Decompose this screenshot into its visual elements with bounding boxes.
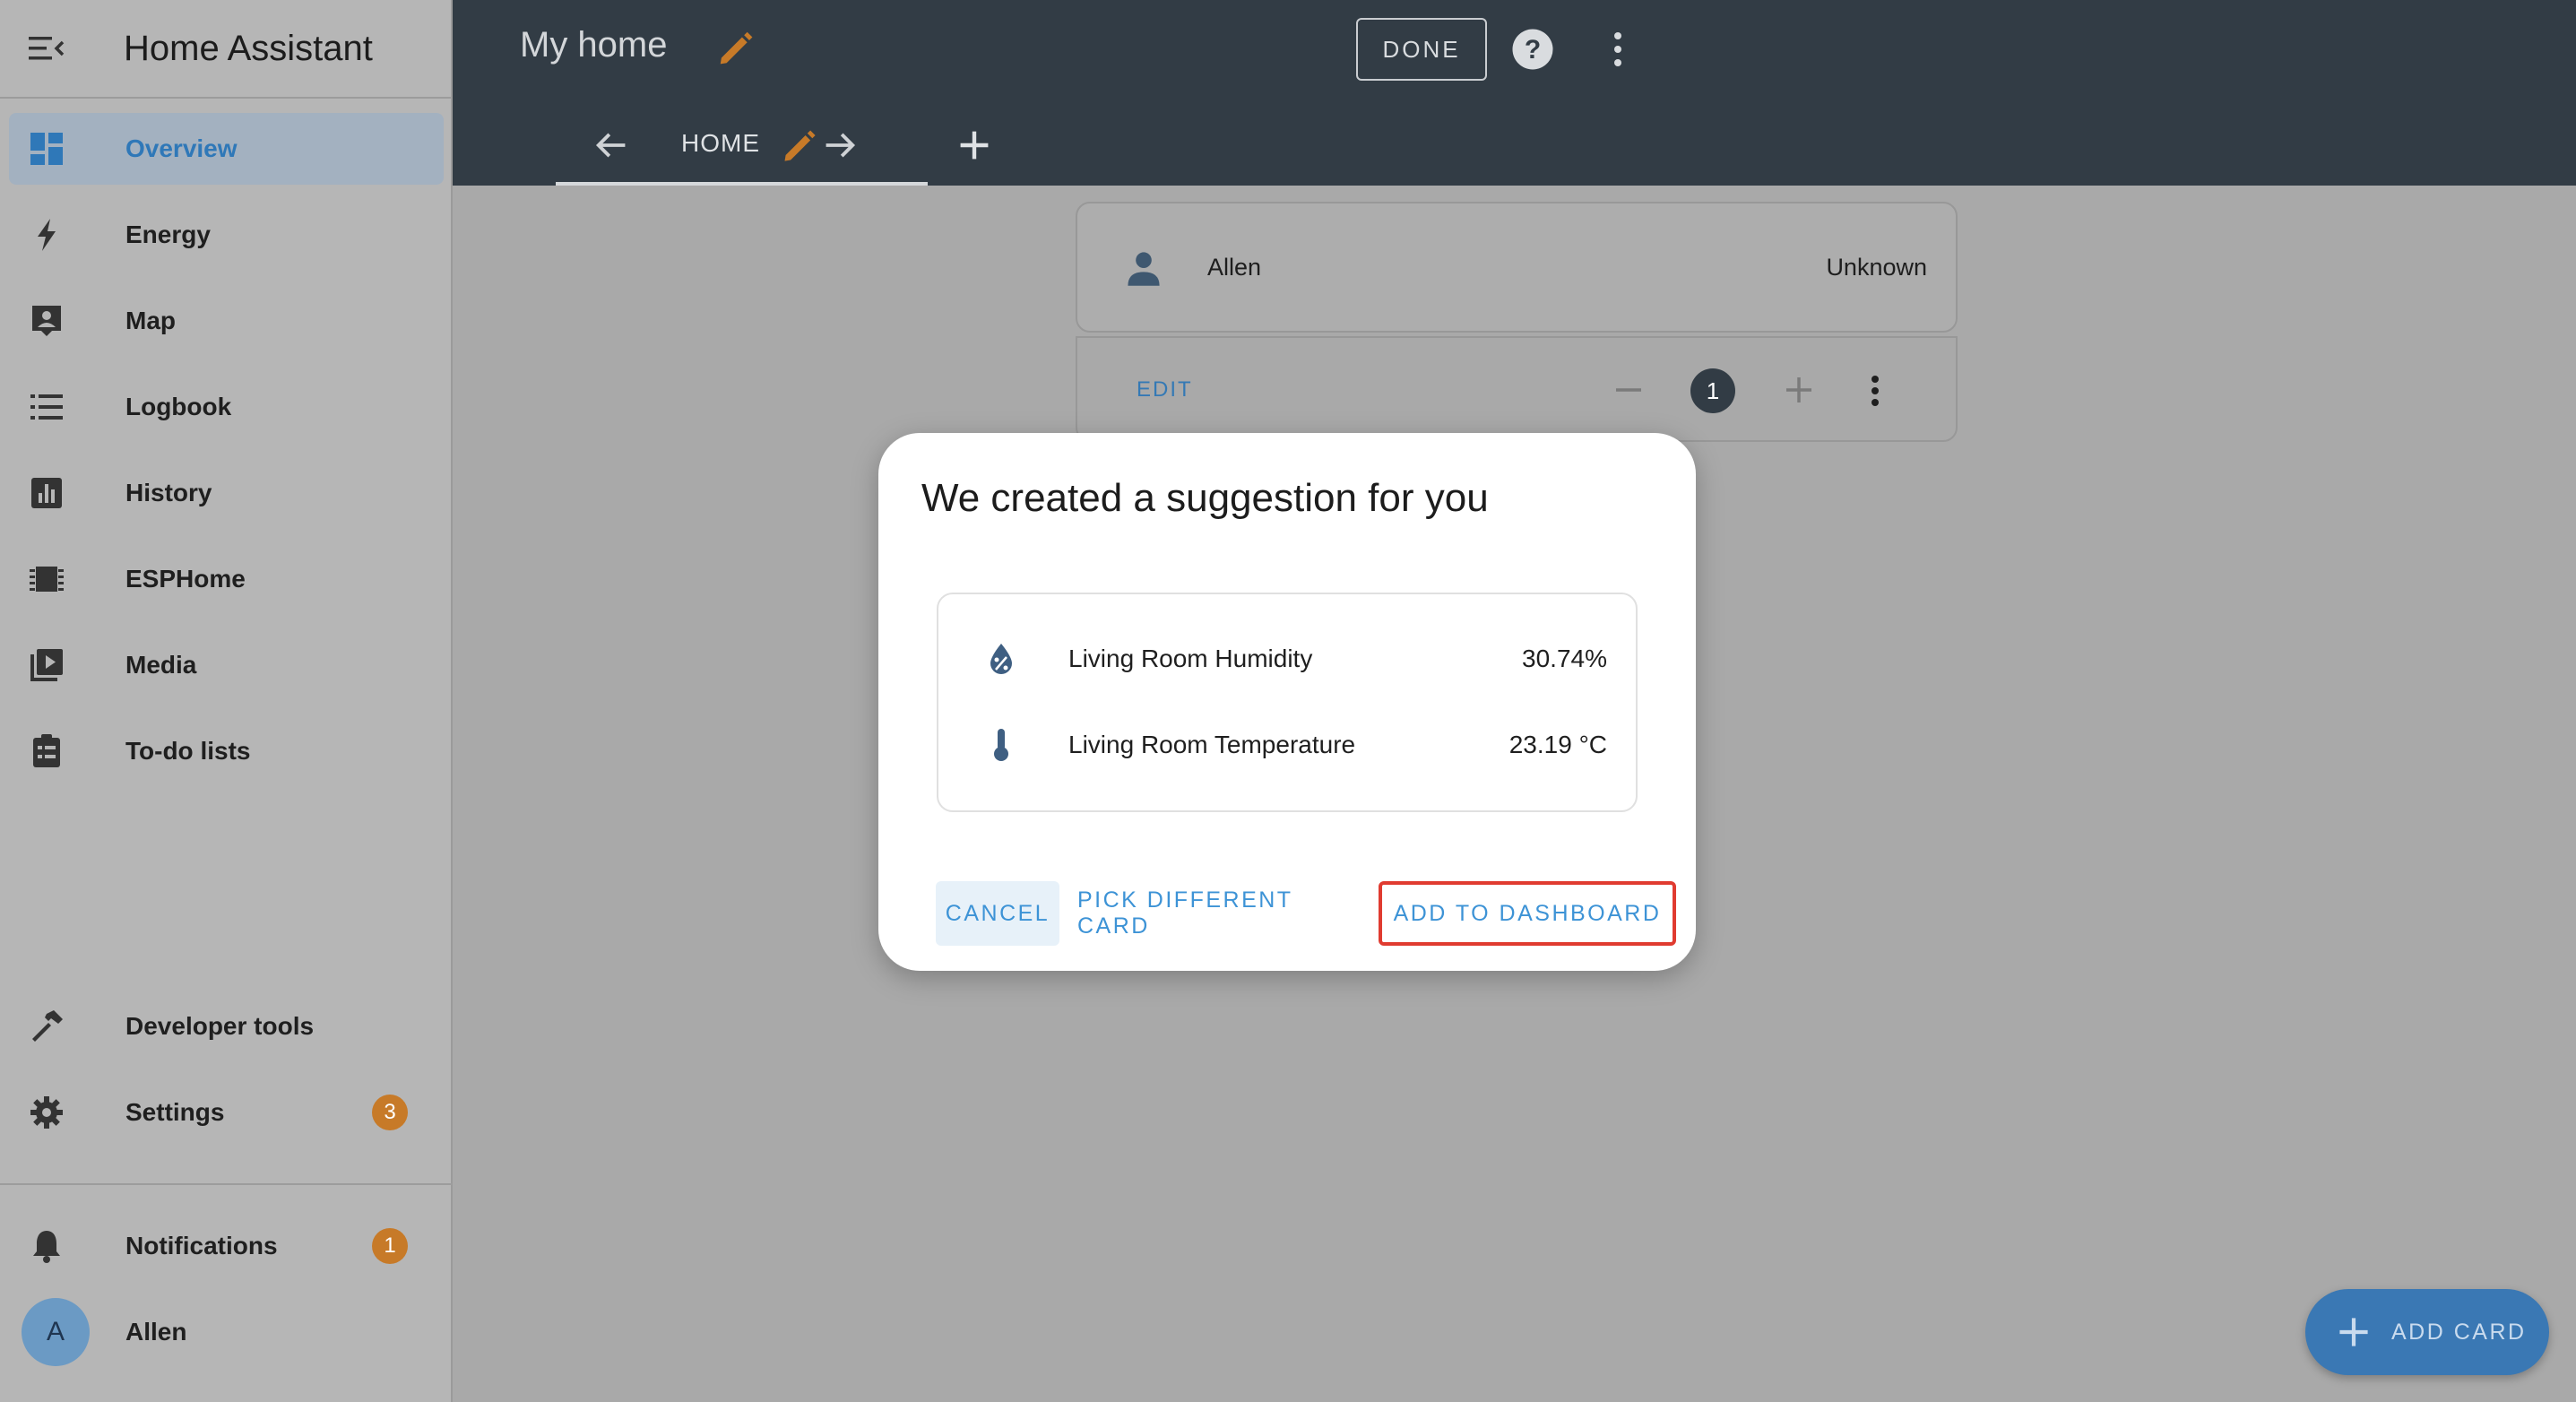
hammer-icon [27,1007,66,1046]
move-tab-right-icon[interactable] [820,125,860,169]
water-percent-icon [983,641,1019,681]
tab-active-indicator [556,182,928,186]
done-button[interactable]: DONE [1356,18,1487,81]
sidebar-item-media[interactable]: Media [9,629,444,701]
sidebar-item-label: ESPHome [125,565,246,593]
toolbar: My home DONE ? HOME [453,0,2576,186]
dialog-title: We created a suggestion for you [921,476,1489,520]
entity-value: 23.19 °C [1508,731,1607,758]
sidebar-item-label: To-do lists [125,737,251,765]
add-card-button[interactable]: ADD CARD [2305,1289,2549,1375]
sidebar-item-label: Logbook [125,393,232,420]
sidebar-user-nav: Notifications 1 A Allen [0,1210,453,1382]
card-position-badge: 1 [1690,368,1735,413]
list-item: Living Room Humidity 30.74% [938,632,1636,686]
sidebar-item-label: Notifications [125,1232,278,1259]
more-options-icon[interactable] [1609,30,1627,73]
lightning-icon [27,215,66,255]
sidebar-bottom-nav: Developer tools Settings 3 [0,991,453,1163]
history-chart-icon [27,473,66,513]
sidebar-item-logbook[interactable]: Logbook [9,371,444,443]
sidebar-item-label: Overview [125,134,238,162]
edit-card-button[interactable]: EDIT [1137,377,1193,402]
sidebar-divider [0,1183,453,1185]
card-more-options-icon[interactable] [1866,372,1884,414]
add-view-plus-icon[interactable] [955,125,994,169]
cancel-button[interactable]: CANCEL [936,881,1059,946]
tab-label: HOME [681,129,760,157]
entity-value: 30.74% [1522,645,1607,672]
sidebar-item-label: Developer tools [125,1012,315,1040]
sidebar-item-label: Settings [125,1098,225,1126]
page-title: My home [520,25,668,65]
sidebar-item-label: Map [125,307,176,334]
add-card-label: ADD CARD [2391,1320,2527,1345]
sidebar-item-energy[interactable]: Energy [9,199,444,271]
list-item: Living Room Temperature 23.19 °C [938,718,1636,772]
sidebar-item-label: Energy [125,221,211,248]
chip-icon [27,559,66,599]
sidebar-nav: Overview Energy Map Logbook History ESPH… [0,113,453,801]
sidebar-item-label: History [125,479,212,506]
move-down-minus-icon[interactable] [1611,372,1647,412]
entity-name: Allen [1207,254,1262,281]
notifications-badge: 1 [372,1228,408,1264]
sidebar-item-label: Media [125,651,197,679]
sidebar-item-overview[interactable]: Overview [9,113,444,185]
sidebar-item-settings[interactable]: Settings 3 [9,1077,444,1148]
suggestion-dialog: We created a suggestion for you Living R… [878,433,1696,971]
media-play-icon [27,645,66,685]
map-account-icon [27,301,66,341]
svg-text:?: ? [1525,35,1541,65]
add-to-dashboard-button[interactable]: ADD TO DASHBOARD [1379,881,1676,946]
sidebar-item-notifications[interactable]: Notifications 1 [9,1210,444,1282]
pick-different-card-button[interactable]: PICK DIFFERENT CARD [1077,881,1355,946]
move-tab-left-icon[interactable] [592,125,631,169]
entity-state: Unknown [1826,254,1927,281]
sidebar-item-todo[interactable]: To-do lists [9,715,444,787]
bell-icon [27,1226,66,1266]
logbook-list-icon [27,387,66,427]
tab-home[interactable]: HOME [556,117,932,186]
edit-view-pencil-icon[interactable] [780,125,819,169]
avatar: A [22,1298,90,1366]
entity-card[interactable]: Allen Unknown [1076,202,1958,333]
dashboard-icon [27,129,66,169]
menu-toggle-icon[interactable] [25,27,68,70]
card-edit-bar: EDIT 1 [1076,336,1958,442]
thermometer-icon [983,727,1019,767]
plus-icon [2332,1311,2375,1358]
move-up-plus-icon[interactable] [1781,372,1817,412]
sidebar-item-developer-tools[interactable]: Developer tools [9,991,444,1062]
sidebar: Home Assistant Overview Energy Map Logbo… [0,0,453,1402]
sidebar-header: Home Assistant [0,0,451,99]
sidebar-item-map[interactable]: Map [9,285,444,357]
gear-icon [27,1093,66,1132]
sidebar-item-esphome[interactable]: ESPHome [9,543,444,615]
entity-name: Living Room Humidity [1068,645,1313,672]
help-icon[interactable]: ? [1510,27,1555,76]
sidebar-item-profile[interactable]: A Allen [9,1296,444,1368]
app-title: Home Assistant [124,28,373,68]
account-icon [1124,248,1163,292]
suggested-entities-card: Living Room Humidity 30.74% Living Room … [937,593,1638,812]
edit-title-pencil-icon[interactable] [715,27,756,73]
sidebar-item-history[interactable]: History [9,457,444,529]
sidebar-item-label: Allen [125,1318,187,1346]
clipboard-list-icon [27,731,66,771]
entity-name: Living Room Temperature [1068,731,1356,758]
settings-badge: 3 [372,1095,408,1130]
